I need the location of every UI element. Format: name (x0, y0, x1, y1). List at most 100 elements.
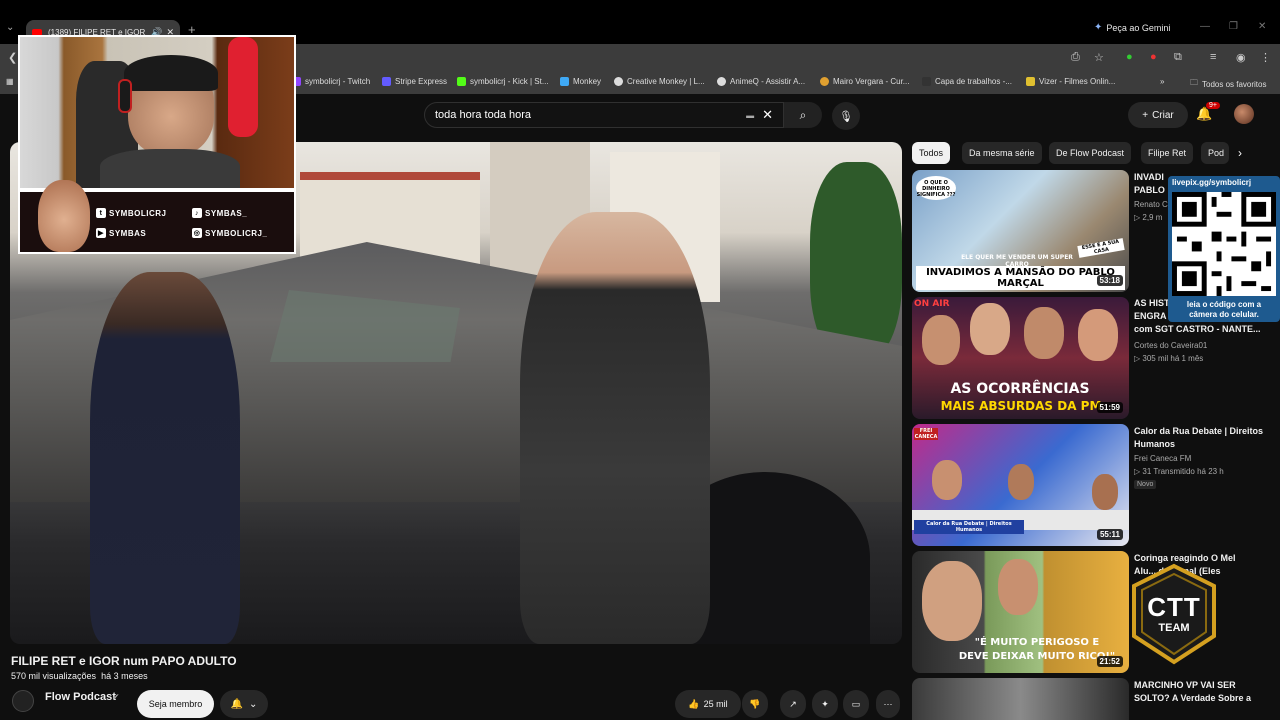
livepix-qr-overlay: livepix.gg/symbolicrj leia o código com … (1168, 176, 1280, 322)
rec-title[interactable]: MARCINHO VP VAI SER SOLTO? A Verdade Sobr… (1134, 679, 1264, 705)
create-button[interactable]: + Criar (1128, 102, 1188, 128)
search-input[interactable]: toda hora toda hora ▬ ✕ (424, 102, 784, 128)
bookmark-star-icon[interactable]: ☆ (1094, 51, 1104, 64)
thumb-caption: MAIS ABSURDAS DA PM (940, 399, 1102, 413)
chip-same-series[interactable]: Da mesma série (962, 142, 1042, 164)
notification-badge: 9+ (1206, 102, 1220, 109)
rec-thumbnail[interactable]: O QUE O DINHEIRO SIGNIFICA ??? ELE QUER … (912, 170, 1129, 292)
thumb-face (1024, 307, 1064, 359)
bookmark-item[interactable]: Capa de trabalhos -... (922, 77, 1012, 86)
back-arrow-icon[interactable]: ❮ (8, 51, 17, 64)
rec-thumbnail[interactable]: FREI CANECA Calor da Rua Debate | Direit… (912, 424, 1129, 546)
tab-search-chevron-icon[interactable]: ⌄ (6, 22, 14, 33)
chip-filipe-ret[interactable]: Filipe Ret (1141, 142, 1194, 164)
rec-title-line: SOLTO? A Verdade Sobre a (1134, 693, 1252, 703)
chevron-right-icon[interactable]: › (1238, 146, 1242, 160)
bookmark-label: Stripe Express (395, 77, 448, 86)
bookmark-item[interactable]: Mairo Vergara - Cur... (820, 77, 909, 86)
extension-red-icon[interactable]: ● (1150, 51, 1157, 63)
profile-icon[interactable]: ◉ (1236, 51, 1246, 64)
bookmark-label: Mairo Vergara - Cur... (833, 77, 910, 86)
thumb-caption: AS OCORRÊNCIAS (950, 381, 1090, 397)
bookmark-item[interactable]: symbolicrj - Kick | St... (457, 77, 549, 86)
rec-thumbnail[interactable] (912, 678, 1129, 720)
bookmark-item[interactable]: Creative Monkey | L... (614, 77, 705, 86)
keyboard-icon[interactable]: ▬ (746, 111, 754, 120)
youtube-handle: ▶ SYMBAS (96, 228, 146, 238)
bookmarks-more-button[interactable]: » (1160, 77, 1164, 86)
person-right (520, 212, 710, 644)
kick-icon (457, 77, 466, 86)
bookmark-item[interactable]: AnimeQ - Assistir A... (717, 77, 805, 86)
bell-icon: 🔔 (230, 698, 244, 710)
youtube-icon: ▶ (96, 228, 106, 238)
install-app-icon[interactable]: ⎙ (1071, 51, 1080, 64)
person-left (90, 272, 240, 644)
extension-green-icon[interactable]: ● (1126, 51, 1133, 63)
notifications-button[interactable]: 🔔 9+ (1196, 102, 1220, 122)
rec-stats: ▷ 31 Transmitido há 23 h (1134, 467, 1224, 476)
bookmark-item[interactable]: Monkey (560, 77, 601, 86)
thumb-text: ESSE É A SUA CASA (1077, 238, 1125, 258)
globe-icon (614, 77, 623, 86)
chip-pod[interactable]: Pod (1201, 142, 1229, 164)
clear-search-icon[interactable]: ✕ (762, 107, 773, 123)
thumb-face (970, 303, 1010, 355)
instagram-handle: ◎ SYMBOLICRJ_ (192, 228, 267, 238)
bookmark-label: Capa de trabalhos -... (935, 77, 1012, 86)
rec-title[interactable]: Calor da Rua Debate | Direitos Humanos (1134, 425, 1264, 451)
team-logo-sub: TEAM (1158, 622, 1190, 634)
thumb-caption: "É MUITO PERIGOSO E (974, 637, 1100, 648)
social-label: SYMBOLICRJ_ (205, 228, 268, 238)
video-title: FILIPE RET e IGOR num PAPO ADULTO (11, 654, 237, 668)
bookmark-label: Monkey (573, 77, 602, 86)
maximize-icon[interactable]: ❐ (1229, 21, 1238, 32)
extensions-puzzle-icon[interactable]: ⧉ (1174, 51, 1182, 64)
rec-channel[interactable]: Frei Caneca FM (1134, 454, 1191, 463)
social-handles-panel: t SYMBOLICRJ ♪ SYMBAS_ ▶ SYMBAS ◎ SYMBOLICRJ… (18, 180, 296, 254)
menu-kebab-icon[interactable]: ⋮ (1260, 51, 1271, 64)
share-button[interactable]: ↗ (780, 690, 806, 718)
rec-thumbnail[interactable]: ON AIR AS OCORRÊNCIAS MAIS ABSURDAS DA P… (912, 297, 1129, 419)
bookmark-item[interactable]: Vizer - Filmes Onlin... (1026, 77, 1115, 86)
chip-todos[interactable]: Todos (912, 142, 951, 164)
globe-icon (717, 77, 726, 86)
more-actions-button[interactable]: ⋯ (876, 690, 900, 718)
rec-thumbnail[interactable]: "É MUITO PERIGOSO E DEVE DEIXAR MUITO RI… (912, 551, 1129, 673)
dislike-button[interactable]: 👎 (742, 690, 768, 718)
save-button[interactable]: ▭ (843, 690, 869, 718)
rec-stats: ▷ 305 mil há 1 mês (1134, 354, 1204, 363)
account-avatar[interactable] (1234, 104, 1254, 124)
microphone-icon: 🎙 (839, 110, 853, 123)
channel-name[interactable]: Flow Podcast (45, 691, 116, 703)
duration-badge: 53:18 (1096, 275, 1123, 286)
folder-icon: 🗀 (1190, 78, 1198, 87)
streamer-shirt (100, 149, 240, 188)
search-button[interactable]: ⌕ (784, 102, 822, 128)
chip-flow-podcast[interactable]: De Flow Podcast (1049, 142, 1132, 164)
close-window-icon[interactable]: ✕ (1258, 21, 1266, 32)
media-control-icon[interactable]: ≡ (1210, 51, 1216, 63)
gemini-button[interactable]: ✦ Peça ao Gemini (1094, 22, 1170, 33)
join-button[interactable]: Seja membro (137, 690, 214, 718)
tiktok-handle: ♪ SYMBAS_ (192, 208, 247, 218)
rec-title-line: Calor da Rua Debate | Direitos (1134, 426, 1264, 436)
minimize-icon[interactable]: — (1200, 21, 1210, 32)
bookmark-item[interactable]: symbolicrj - Twitch (292, 77, 370, 86)
apps-grid-icon[interactable]: ▦ (6, 77, 14, 86)
duration-badge: 55:11 (1096, 529, 1123, 540)
duration-badge: 21:52 (1096, 656, 1123, 667)
rec-channel[interactable]: Cortes do Caveira01 (1134, 341, 1207, 350)
subscribe-bell-button[interactable]: 🔔 ⌄ (220, 690, 268, 718)
channel-avatar[interactable] (12, 690, 34, 712)
bookmark-item[interactable]: Stripe Express (382, 77, 447, 86)
ctt-team-logo: CTT TEAM (1126, 562, 1222, 666)
rec-channel[interactable]: Renato C (1134, 200, 1168, 209)
clip-button[interactable]: ✦ (812, 690, 838, 718)
thumbs-down-icon: 👎 (749, 698, 761, 709)
thumbs-up-icon: 👍 (688, 698, 700, 709)
all-favorites-folder[interactable]: 🗀 Todos os favoritos (1190, 77, 1266, 91)
twitch-handle: t SYMBOLICRJ (96, 208, 166, 218)
like-button[interactable]: 👍 25 mil (675, 690, 741, 718)
voice-search-button[interactable]: 🎙 (832, 102, 860, 130)
